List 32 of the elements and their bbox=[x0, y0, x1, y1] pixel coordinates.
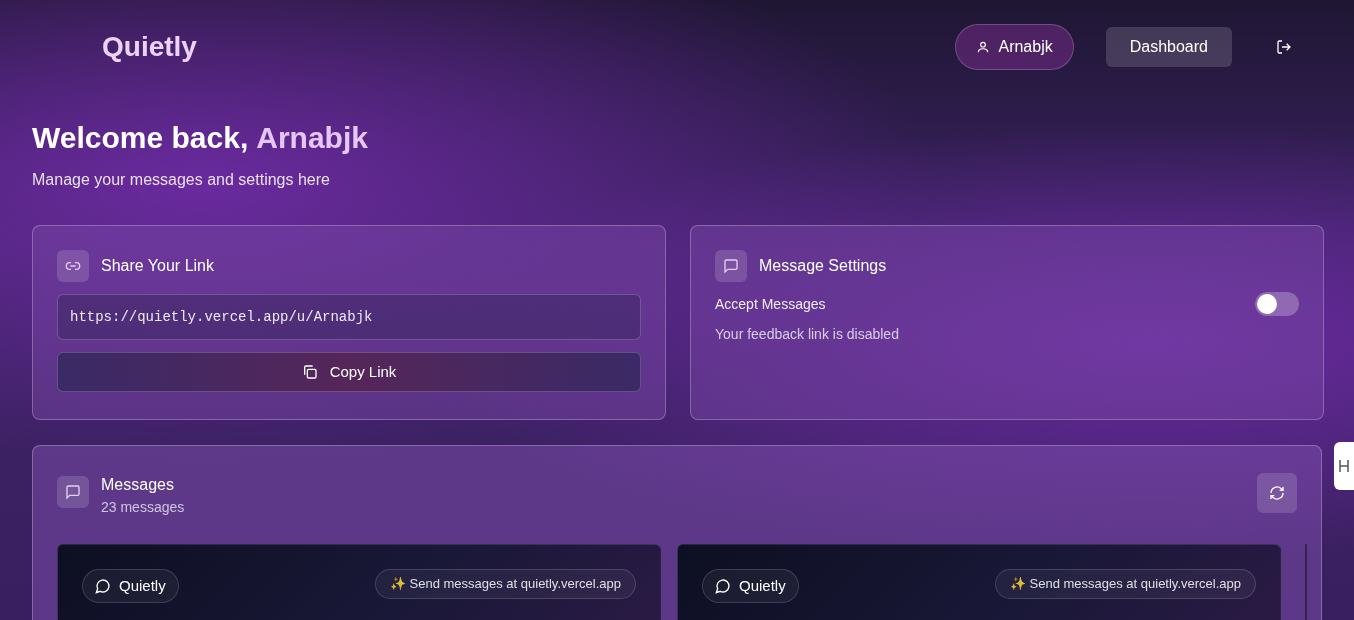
subtitle: Manage your messages and settings here bbox=[32, 170, 331, 190]
status-text: Your feedback link is disabled bbox=[715, 325, 900, 344]
accept-messages-toggle[interactable] bbox=[1255, 292, 1299, 316]
dashboard-button[interactable]: Dashboard bbox=[1105, 27, 1232, 67]
copy-icon bbox=[301, 364, 318, 380]
link-icon bbox=[57, 250, 89, 282]
welcome-heading: Welcome back, bbox=[32, 120, 249, 156]
card-title: Share Your Link bbox=[101, 256, 214, 276]
user-button[interactable]: Arnabjk bbox=[955, 24, 1074, 70]
chat-icon bbox=[95, 578, 111, 594]
refresh-icon bbox=[1269, 485, 1285, 501]
link-field[interactable]: https://quietly.vercel.app/u/Arnabjk bbox=[57, 294, 641, 340]
side-tab[interactable] bbox=[1334, 442, 1354, 490]
chat-icon bbox=[715, 578, 731, 594]
toggle-label: Accept Messages bbox=[715, 294, 826, 314]
logout-icon[interactable] bbox=[1276, 39, 1292, 55]
tool-icon bbox=[1338, 458, 1350, 474]
message-count: 23 messages bbox=[101, 498, 185, 517]
brand-badge: Quietly bbox=[82, 569, 179, 603]
message-icon bbox=[57, 476, 89, 508]
user-name: Arnabjk bbox=[256, 120, 368, 156]
card-title: Message Settings bbox=[759, 256, 887, 276]
logo[interactable]: Quietly bbox=[102, 26, 197, 68]
refresh-button[interactable] bbox=[1257, 473, 1297, 513]
message-icon bbox=[715, 250, 747, 282]
brand-badge: Quietly bbox=[702, 569, 799, 603]
scrollbar[interactable] bbox=[1305, 544, 1307, 620]
promo-pill: ✨ Send messages at quietly.vercel.app bbox=[994, 569, 1256, 599]
promo-pill: ✨ Send messages at quietly.vercel.app bbox=[374, 569, 636, 599]
copy-link-button[interactable]: Copy Link bbox=[57, 352, 641, 392]
user-icon bbox=[976, 40, 991, 54]
card-title: Messages bbox=[101, 475, 175, 495]
